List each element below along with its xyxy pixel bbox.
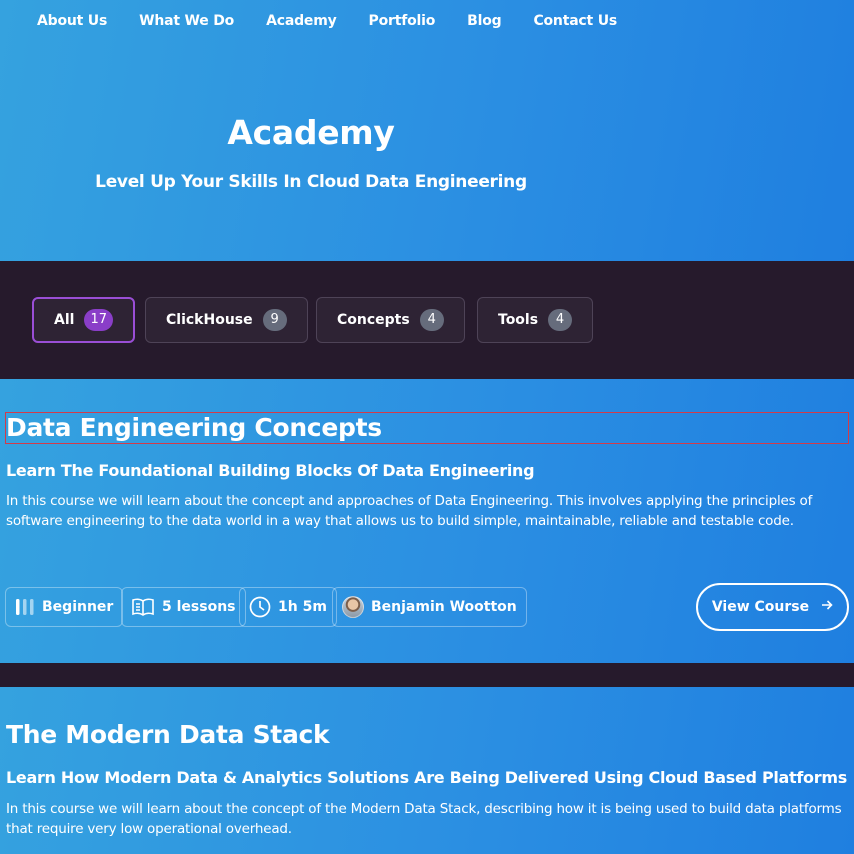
filter-concepts[interactable]: Concepts 4 — [316, 297, 465, 343]
course-lessons-tag: 5 lessons — [121, 587, 246, 627]
course-title[interactable]: Data Engineering Concepts — [5, 412, 849, 444]
arrow-right-icon — [821, 599, 833, 615]
course-author: Benjamin Wootton — [371, 599, 517, 615]
hero-section: About Us What We Do Academy Portfolio Bl… — [0, 0, 854, 261]
filter-tools[interactable]: Tools 4 — [477, 297, 594, 343]
filter-label: Concepts — [337, 312, 410, 328]
course-lessons: 5 lessons — [162, 599, 236, 615]
course-duration: 1h 5m — [278, 599, 327, 615]
view-course-label: View Course — [711, 599, 810, 615]
main-nav: About Us What We Do Academy Portfolio Bl… — [37, 13, 649, 29]
filter-label: Tools — [498, 312, 539, 328]
filter-clickhouse[interactable]: ClickHouse 9 — [145, 297, 308, 343]
filter-label: ClickHouse — [166, 312, 253, 328]
nav-blog[interactable]: Blog — [467, 13, 502, 29]
filter-count-badge: 9 — [262, 309, 287, 331]
course-card: Data Engineering Concepts Learn The Foun… — [0, 379, 854, 663]
category-filter-bar: All 17 ClickHouse 9 Concepts 4 Tools 4 — [0, 261, 854, 379]
level-bars-icon — [15, 598, 35, 616]
course-card: The Modern Data Stack Learn How Modern D… — [0, 687, 854, 854]
course-subtitle: Learn How Modern Data & Analytics Soluti… — [6, 768, 847, 787]
clock-icon — [249, 596, 271, 618]
page-subtitle: Level Up Your Skills In Cloud Data Engin… — [95, 172, 527, 192]
course-description: In this course we will learn about the c… — [6, 493, 813, 529]
course-title[interactable]: The Modern Data Stack — [6, 720, 330, 749]
page-title: Academy — [227, 113, 395, 152]
course-duration-tag: 1h 5m — [239, 587, 337, 627]
book-icon — [131, 597, 155, 617]
course-description: In this course we will learn about the c… — [6, 801, 842, 837]
course-subtitle: Learn The Foundational Building Blocks O… — [6, 461, 535, 480]
filter-count-badge: 4 — [548, 309, 573, 331]
course-level-tag: Beginner — [5, 587, 124, 627]
course-author-tag[interactable]: Benjamin Wootton — [332, 587, 527, 627]
nav-about-us[interactable]: About Us — [37, 13, 107, 29]
filter-count-badge: 17 — [84, 309, 113, 331]
author-avatar — [342, 596, 364, 618]
filter-all[interactable]: All 17 — [32, 297, 135, 343]
nav-what-we-do[interactable]: What We Do — [139, 13, 234, 29]
nav-contact-us[interactable]: Contact Us — [533, 13, 617, 29]
nav-portfolio[interactable]: Portfolio — [369, 13, 436, 29]
filter-count-badge: 4 — [419, 309, 444, 331]
view-course-button[interactable]: View Course — [696, 583, 849, 631]
nav-academy[interactable]: Academy — [266, 13, 337, 29]
filter-label: All — [54, 312, 75, 328]
course-level: Beginner — [42, 599, 114, 615]
